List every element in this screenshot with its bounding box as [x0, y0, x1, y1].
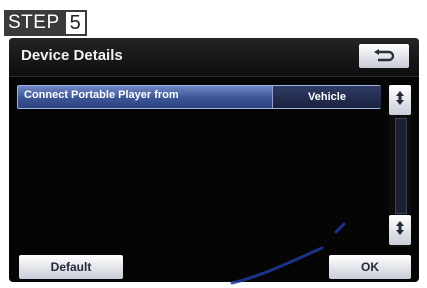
- scroll-up-icon: [395, 90, 405, 111]
- scrollbar-thumb[interactable]: [395, 118, 407, 214]
- display-screen: Device Details Connect Portable Player f…: [9, 38, 419, 282]
- scroll-down-icon: [395, 220, 405, 241]
- step-label: STEP: [4, 10, 64, 36]
- scroll-up-button[interactable]: [389, 85, 411, 115]
- page-title: Device Details: [21, 47, 123, 64]
- back-button[interactable]: [359, 44, 409, 68]
- default-button[interactable]: Default: [19, 255, 123, 279]
- setting-value[interactable]: Vehicle: [272, 86, 381, 108]
- connect-portable-player-row[interactable]: Connect Portable Player from Vehicle: [17, 85, 381, 109]
- return-arrow-icon: [372, 49, 396, 63]
- page: STEP 5 Device Details Connect Portable P…: [0, 0, 427, 288]
- title-bar: Device Details: [9, 38, 419, 77]
- scroll-down-button[interactable]: [389, 215, 411, 245]
- setting-label: Connect Portable Player from: [24, 89, 179, 101]
- step-number: 5: [63, 10, 87, 36]
- ok-button[interactable]: OK: [329, 255, 411, 279]
- step-badge: STEP 5: [4, 10, 87, 36]
